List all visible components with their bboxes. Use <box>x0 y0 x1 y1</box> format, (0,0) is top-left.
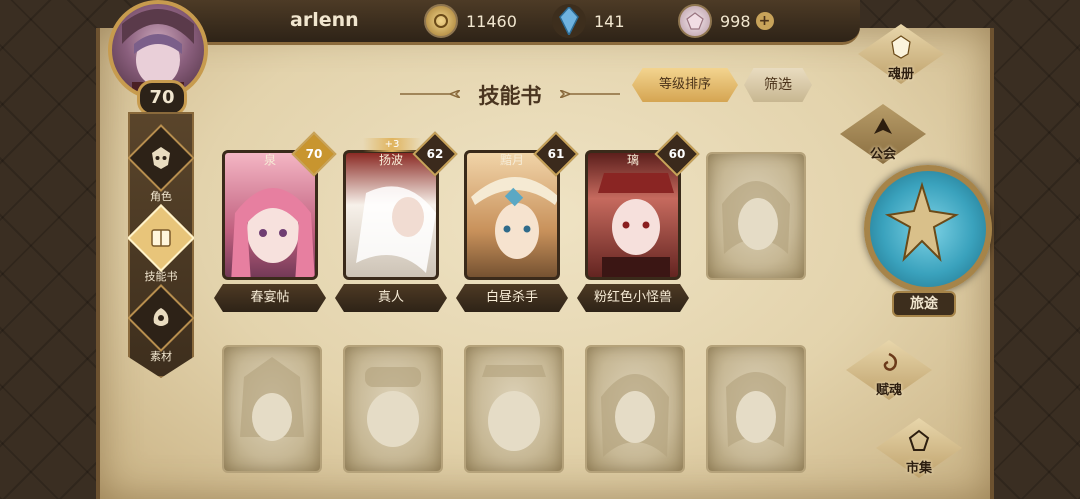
title-ornament-right-icon <box>560 90 620 98</box>
right-nav-soul-infuse[interactable]: 赋魂 <box>846 340 932 400</box>
locked-skill-card[interactable] <box>706 345 806 473</box>
left-nav-material[interactable]: 素材 <box>128 284 194 364</box>
locked-character-portrait-icon <box>482 365 546 451</box>
locked-skill-card[interactable] <box>706 152 806 280</box>
skill-card[interactable]: +3 扬波 62 真人 <box>335 131 458 312</box>
character-mask-icon <box>128 124 194 192</box>
locked-character-portrait-icon <box>240 357 304 441</box>
left-side-nav: 角色 技能书 素材 <box>128 112 194 378</box>
skill-card[interactable]: 璃 60 粉红色小怪兽 <box>577 131 700 312</box>
page-title-wrap: 技能书 <box>400 80 620 110</box>
locked-character-portrait-icon <box>365 367 421 447</box>
right-nav-market-label: 市集 <box>905 461 932 476</box>
locked-character-portrait-icon <box>726 372 786 447</box>
locked-skill-card[interactable] <box>222 345 322 473</box>
right-nav-market[interactable]: 市集 <box>876 418 962 478</box>
pink-gem-icon <box>678 4 712 38</box>
material-icon <box>128 284 194 352</box>
skill-card[interactable]: 黯月 61 白昼杀手 <box>456 131 579 312</box>
blue-crystal-icon <box>552 4 586 38</box>
right-nav-guild-label: 公会 <box>869 147 896 162</box>
filter-button[interactable]: 筛选 <box>744 68 812 102</box>
left-nav-character[interactable]: 角色 <box>128 124 194 204</box>
skill-card[interactable]: 泉 70 春宴帖 <box>214 131 337 312</box>
right-nav-guild[interactable]: 公会 <box>840 104 926 164</box>
sort-by-level-button[interactable]: 等级排序 <box>632 68 738 102</box>
currency-gem[interactable]: 998 + <box>678 4 774 38</box>
skill-book-icon <box>128 204 194 272</box>
locked-skill-card[interactable] <box>464 345 564 473</box>
right-nav-soul-infuse-label: 赋魂 <box>875 383 902 398</box>
left-nav-skill-book[interactable]: 技能书 <box>128 204 194 284</box>
currency-gold[interactable]: 11460 <box>424 4 517 38</box>
card-art <box>343 150 439 280</box>
swirl-soul-icon <box>883 352 897 371</box>
currency-crystal[interactable]: 141 <box>552 4 625 38</box>
page-title: 技能书 <box>478 84 542 108</box>
card-name-plate: 真人 <box>335 284 447 312</box>
right-nav-journey[interactable]: 旅途 <box>864 165 992 317</box>
locked-skill-card[interactable] <box>585 345 685 473</box>
title-ornament-left-icon <box>400 90 460 98</box>
gold-amount: 11460 <box>466 11 517 31</box>
locked-skill-card[interactable] <box>343 345 443 473</box>
gem-amount: 998 <box>720 11 751 31</box>
right-nav-soul-book[interactable]: 魂册 <box>858 24 944 84</box>
card-plus-badge: +3 <box>363 138 421 152</box>
locked-character-portrait-icon <box>601 374 669 457</box>
card-name-plate: 粉红色小怪兽 <box>577 284 689 312</box>
locked-character-portrait-icon <box>722 181 790 254</box>
card-name-plate: 春宴帖 <box>214 284 326 312</box>
player-level-badge: 70 <box>137 80 187 116</box>
gold-coin-icon <box>424 4 458 38</box>
journey-emblem-icon <box>864 165 992 293</box>
add-gem-button[interactable]: + <box>755 12 774 30</box>
player-avatar-frame[interactable]: 70 <box>100 0 210 116</box>
right-nav-soul-book-label: 魂册 <box>887 67 914 82</box>
guild-icon <box>874 118 892 134</box>
player-name: arlenn <box>290 9 359 31</box>
card-art <box>222 150 318 280</box>
card-art <box>585 150 681 280</box>
market-gem-icon <box>908 429 930 451</box>
soul-book-icon <box>891 35 911 59</box>
card-name-plate: 白昼杀手 <box>456 284 568 312</box>
card-art <box>464 150 560 280</box>
right-nav-journey-label: 旅途 <box>892 291 956 317</box>
crystal-amount: 141 <box>594 11 625 31</box>
